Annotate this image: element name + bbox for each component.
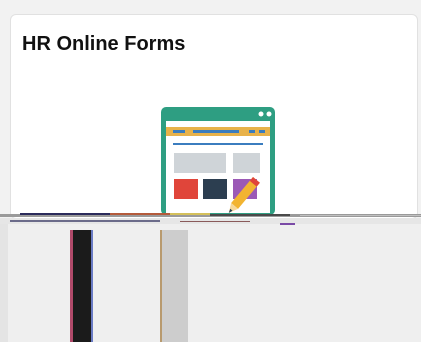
blue-line xyxy=(193,130,239,133)
rendering-artifact-band xyxy=(0,213,421,225)
dark-vertical-bar xyxy=(72,230,92,342)
gray-block xyxy=(233,153,260,173)
hr-online-forms-tile[interactable]: HR Online Forms xyxy=(10,14,418,219)
dark-bar-right-edge xyxy=(91,230,93,342)
blue-line xyxy=(259,130,265,133)
blue-line xyxy=(173,130,185,133)
dark-block xyxy=(203,179,227,199)
online-form-illustration-icon xyxy=(161,107,275,215)
dark-bar-left-edge xyxy=(70,230,73,342)
divider-line xyxy=(173,143,263,145)
gray-block xyxy=(174,153,226,173)
tile-title: HR Online Forms xyxy=(22,33,186,55)
window-dot xyxy=(266,111,272,117)
gray-bar-left-edge xyxy=(160,230,162,342)
blue-line xyxy=(249,130,255,133)
left-edge-strip xyxy=(0,222,8,342)
red-block xyxy=(174,179,198,199)
gray-vertical-bar xyxy=(162,230,188,342)
lower-content-area xyxy=(0,222,421,342)
window-dot xyxy=(258,111,264,117)
